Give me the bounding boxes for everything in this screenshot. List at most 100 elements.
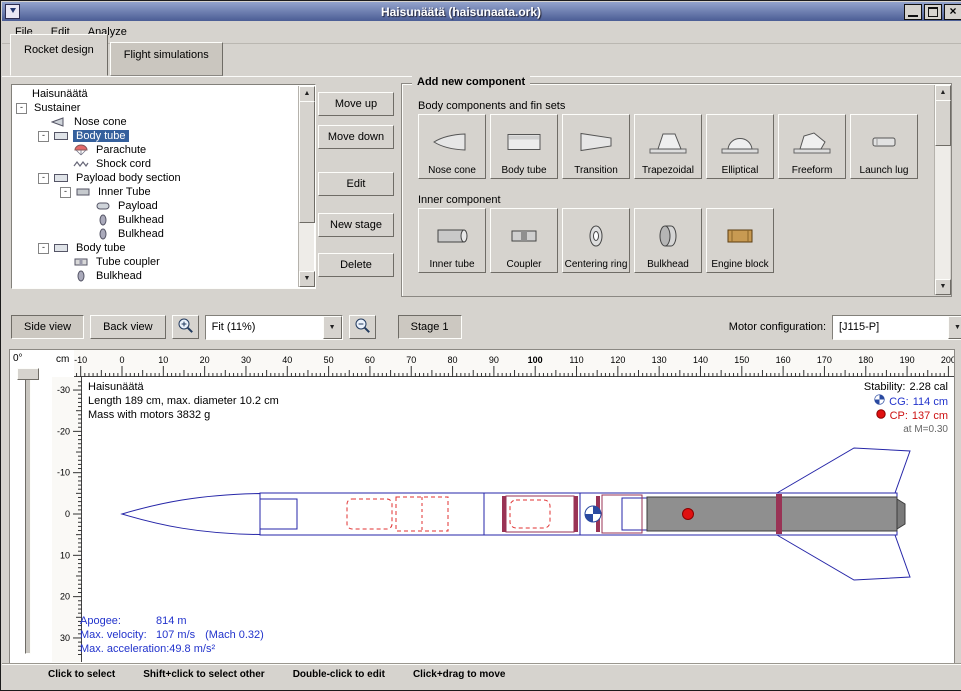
expander-icon[interactable]: - xyxy=(16,103,27,114)
scroll-up-icon[interactable]: ▲ xyxy=(935,85,951,101)
component-label: Engine block xyxy=(711,260,768,271)
expander-icon[interactable]: - xyxy=(38,243,49,254)
zoom-level-value: Fit (11%) xyxy=(206,321,323,333)
elliptical-button[interactable]: Elliptical xyxy=(706,114,774,179)
coupler-icon xyxy=(504,212,544,260)
svg-text:150: 150 xyxy=(734,355,749,365)
chevron-down-icon[interactable]: ▼ xyxy=(948,316,961,339)
stage-1-toggle[interactable]: Stage 1 xyxy=(398,315,462,339)
tree-item-body-tube[interactable]: -Body tube xyxy=(13,241,299,255)
max-velocity-value: 107 m/s xyxy=(156,628,195,642)
max-acceleration-value: 49.8 m/s² xyxy=(169,642,215,656)
tree-item-bulkhead[interactable]: Bulkhead xyxy=(13,227,299,241)
tree-item-inner-tube[interactable]: - Inner Tube xyxy=(13,185,299,199)
zoom-level-select[interactable]: Fit (11%) ▼ xyxy=(205,315,343,340)
window-menu-icon[interactable] xyxy=(5,4,20,19)
close-button[interactable] xyxy=(944,4,961,20)
trapezoidal-button[interactable]: Trapezoidal xyxy=(634,114,702,179)
inner-tube-button[interactable]: Inner tube xyxy=(418,208,486,273)
bulkhead-outline[interactable] xyxy=(502,496,506,532)
edit-button[interactable]: Edit xyxy=(318,172,394,196)
bulkhead-outline[interactable] xyxy=(574,496,578,532)
rocket-mass: Mass with motors 3832 g xyxy=(88,408,279,422)
cp-marker xyxy=(683,509,694,520)
body-tube-button[interactable]: Body tube xyxy=(490,114,558,179)
tree-scrollbar[interactable]: ▲ ▼ xyxy=(298,86,314,287)
expander-icon[interactable]: - xyxy=(38,173,49,184)
move-down-button[interactable]: Move down xyxy=(318,125,394,149)
delete-button[interactable]: Delete xyxy=(318,253,394,277)
add-component-scrollbar[interactable]: ▲ ▼ xyxy=(934,85,950,295)
motor-configuration-label: Motor configuration: xyxy=(729,321,826,333)
engine-block-button[interactable]: Engine block xyxy=(706,208,774,273)
tree-item-bulkhead[interactable]: Bulkhead xyxy=(13,213,299,227)
rotation-slider-track[interactable] xyxy=(25,370,31,654)
zoom-out-button[interactable] xyxy=(349,315,376,339)
move-up-button[interactable]: Move up xyxy=(318,92,394,116)
component-label: Coupler xyxy=(506,260,541,271)
back-view-button[interactable]: Back view xyxy=(90,315,166,339)
tree-item-parachute[interactable]: Parachute xyxy=(13,143,299,157)
bulkhead-button[interactable]: Bulkhead xyxy=(634,208,702,273)
scroll-up-icon[interactable]: ▲ xyxy=(299,86,315,102)
tree-item-nose-cone[interactable]: Nose cone xyxy=(13,115,299,129)
svg-text:170: 170 xyxy=(817,355,832,365)
tree-rows: Haisunäätä-SustainerNose cone-Body tubeP… xyxy=(13,86,299,287)
scrollbar-thumb[interactable] xyxy=(299,101,315,223)
tree-item-label: Body tube xyxy=(73,130,129,142)
chevron-down-icon[interactable]: ▼ xyxy=(323,316,342,339)
tab-rocket-design[interactable]: Rocket design xyxy=(10,34,108,76)
scrollbar-thumb[interactable] xyxy=(935,100,951,146)
ruler-unit-label: cm xyxy=(56,354,69,365)
apogee-value: 814 m xyxy=(156,614,187,628)
tree-item-sustainer[interactable]: -Sustainer xyxy=(13,101,299,115)
tab-flight-simulations[interactable]: Flight simulations xyxy=(110,42,223,76)
zoom-in-button[interactable] xyxy=(172,315,199,339)
launch-lug-button[interactable]: Launch lug xyxy=(850,114,918,179)
svg-text:20: 20 xyxy=(60,592,70,602)
side-view-button[interactable]: Side view xyxy=(11,315,84,339)
tree-item-label: Parachute xyxy=(93,144,149,156)
tree-item-tube-coupler[interactable]: Tube coupler xyxy=(13,255,299,269)
fin-outline-top[interactable] xyxy=(777,448,910,493)
svg-text:130: 130 xyxy=(652,355,667,365)
component-label: Bulkhead xyxy=(647,260,689,271)
svg-text:-10: -10 xyxy=(57,468,70,478)
add-component-groupbox: Add new component ▲ ▼ Body components an… xyxy=(401,83,952,297)
motor-configuration-select[interactable]: [J115-P] ▼ xyxy=(832,315,961,340)
nose-cone-outline[interactable] xyxy=(122,494,260,535)
palette-row-1: Inner tube Coupler Centering ring Bulkhead E… xyxy=(418,208,774,273)
engine-block-outline[interactable] xyxy=(776,494,782,534)
tree-item-bulkhead[interactable]: Bulkhead xyxy=(13,269,299,283)
tree-item-haisun-t[interactable]: Haisunäätä xyxy=(13,87,299,101)
fin-outline-bottom[interactable] xyxy=(777,535,910,580)
titlebar[interactable]: Haisunäätä (haisunaata.ork) xyxy=(2,2,961,21)
coupler-button[interactable]: Coupler xyxy=(490,208,558,273)
tree-item-payload[interactable]: Payload xyxy=(13,199,299,213)
rotation-slider-handle[interactable] xyxy=(17,368,39,380)
tree-item-label: Inner Tube xyxy=(95,186,154,198)
bulkhead-icon xyxy=(95,228,112,240)
svg-text:90: 90 xyxy=(489,355,499,365)
expander-icon[interactable]: - xyxy=(60,187,71,198)
maximize-button[interactable] xyxy=(924,4,942,20)
new-stage-button[interactable]: New stage xyxy=(318,213,394,237)
transition-button[interactable]: Transition xyxy=(562,114,630,179)
rocket-view[interactable]: 0° cm -100102030405060708090100110120130… xyxy=(9,349,955,664)
svg-text:100: 100 xyxy=(528,355,543,365)
tree-item-body-tube[interactable]: - Body tube xyxy=(13,129,299,143)
tree-item-label: Payload xyxy=(115,200,161,212)
freeform-button[interactable]: Freeform xyxy=(778,114,846,179)
section-label-body-components-and-fin-sets: Body components and fin sets xyxy=(418,100,565,112)
cg-label: CG: xyxy=(889,395,909,409)
centering-ring-button[interactable]: Centering ring xyxy=(562,208,630,273)
apogee-label: Apogee: xyxy=(80,614,156,628)
tree-item-payload-body-section[interactable]: -Payload body section xyxy=(13,171,299,185)
tree-item-shock-cord[interactable]: Shock cord xyxy=(13,157,299,171)
scroll-down-icon[interactable]: ▼ xyxy=(299,271,315,287)
mach-value: (Mach 0.32) xyxy=(205,628,264,642)
nose-cone-button[interactable]: Nose cone xyxy=(418,114,486,179)
expander-icon[interactable]: - xyxy=(38,131,49,142)
minimize-button[interactable] xyxy=(904,4,922,20)
scroll-down-icon[interactable]: ▼ xyxy=(935,279,951,295)
